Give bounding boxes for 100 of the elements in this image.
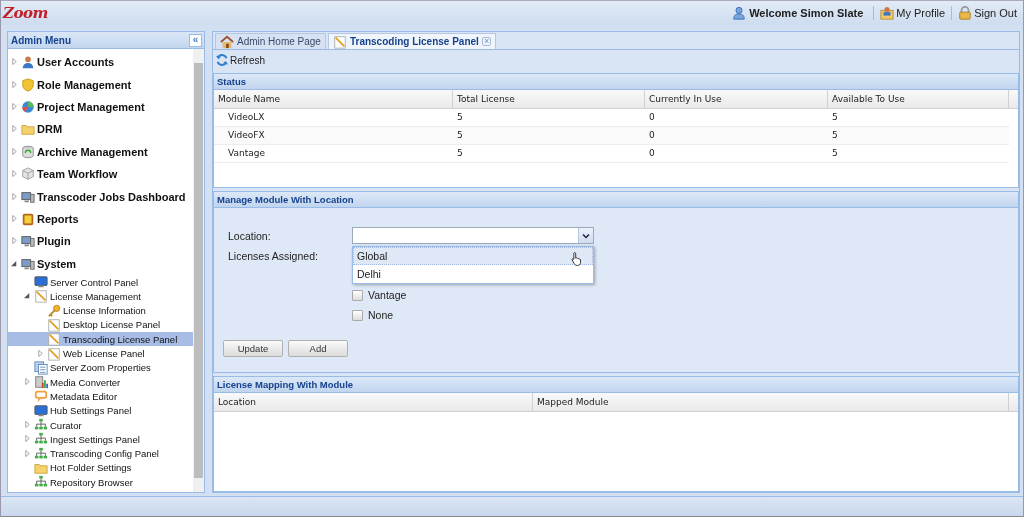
- sign-out-link[interactable]: Sign Out: [958, 6, 1017, 20]
- refresh-button[interactable]: Refresh: [215, 53, 265, 67]
- column-header[interactable]: Available To Use: [828, 90, 1009, 108]
- tree-item[interactable]: Transcoding License Panel: [8, 332, 193, 347]
- tree-item[interactable]: Desktop License Panel: [8, 317, 193, 333]
- tree-item[interactable]: Media Converter: [8, 375, 193, 390]
- expand-arrow-icon[interactable]: [11, 192, 18, 200]
- speech-bubble-icon: [34, 389, 48, 404]
- lock-icon: [958, 6, 973, 20]
- expand-arrow-icon[interactable]: [11, 214, 18, 222]
- panel-title: License Mapping With Module: [214, 377, 1018, 393]
- field-label: Licenses Assigned:: [228, 250, 319, 262]
- table-cell-text: 0: [648, 129, 656, 142]
- tree-item[interactable]: Project Management: [8, 95, 193, 119]
- expand-arrow-icon[interactable]: [11, 102, 18, 110]
- table-cell-text: 5: [831, 111, 839, 124]
- tree-item[interactable]: Hot Folder Settings: [8, 460, 193, 476]
- tree-item[interactable]: Archive Management: [8, 140, 193, 163]
- panel-title: Manage Module With Location: [214, 192, 1018, 208]
- table-cell-text: 5: [456, 111, 464, 124]
- tree-item[interactable]: Web License Panel: [8, 346, 193, 361]
- monitor-icon: [34, 275, 48, 290]
- dropdown-option[interactable]: Global: [353, 247, 593, 265]
- checkbox[interactable]: [352, 309, 363, 321]
- column-header[interactable]: Currently In Use: [645, 90, 828, 108]
- field-label: Location:: [228, 229, 272, 242]
- bar-chart-icon: [34, 375, 48, 390]
- network-icon: [34, 446, 48, 461]
- tree-item[interactable]: License Information: [8, 303, 193, 318]
- refresh-icon: [215, 53, 229, 67]
- tree-item[interactable]: Repository Browser: [8, 475, 193, 490]
- database-icon: [21, 144, 35, 159]
- pie-chart-icon: [21, 99, 35, 114]
- collapse-button[interactable]: «: [189, 33, 202, 47]
- collapse-arrow-icon[interactable]: [24, 292, 31, 300]
- tree-item[interactable]: Transcoding Config Panel: [8, 446, 193, 461]
- tree-item[interactable]: Hub Settings Panel: [8, 403, 193, 418]
- network-icon: [34, 418, 48, 432]
- folder-icon: [21, 122, 35, 137]
- column-header[interactable]: Location: [214, 393, 533, 411]
- tree-item[interactable]: Ingest Settings Panel: [8, 432, 193, 447]
- tree-item[interactable]: Plugin: [8, 230, 193, 253]
- scrollbar[interactable]: [193, 49, 204, 492]
- collapse-arrow-icon[interactable]: [11, 259, 18, 267]
- tab[interactable]: Transcoding License Panel ×: [327, 33, 497, 49]
- tab[interactable]: Admin Home Page: [215, 33, 326, 49]
- form-button[interactable]: Add: [288, 340, 348, 357]
- pencil-document-icon: [47, 346, 61, 361]
- column-header[interactable]: Total License: [453, 90, 645, 108]
- pencil-document-icon: [47, 317, 61, 332]
- expand-arrow-icon[interactable]: [11, 147, 18, 155]
- table-cell-text: 5: [831, 147, 839, 160]
- tree-item[interactable]: License Management: [8, 289, 193, 304]
- profile-card-icon: [880, 6, 895, 20]
- checkbox-label: None: [368, 309, 394, 321]
- document-list-icon: [34, 360, 48, 375]
- expand-arrow-icon[interactable]: [11, 170, 18, 178]
- expand-arrow-icon[interactable]: [37, 349, 44, 357]
- table-cell-text: 0: [648, 111, 656, 124]
- column-header[interactable]: Module Name: [214, 90, 453, 108]
- tree-item[interactable]: Server Zoom Properties: [8, 360, 193, 375]
- monitor-icon: [34, 403, 48, 418]
- tree-item[interactable]: Curator: [8, 417, 193, 433]
- tree-item[interactable]: User Accounts: [8, 51, 193, 74]
- house-icon: [220, 34, 234, 49]
- panel-title: Admin Menu: [11, 34, 71, 46]
- expand-arrow-icon[interactable]: [11, 237, 18, 245]
- expand-arrow-icon[interactable]: [24, 378, 31, 386]
- tree-item[interactable]: Metadata Editor: [8, 389, 193, 404]
- dropdown-button[interactable]: [578, 228, 593, 243]
- tree-item[interactable]: DRM: [8, 118, 193, 141]
- expand-arrow-icon[interactable]: [11, 58, 18, 66]
- column-header[interactable]: Mapped Module: [533, 393, 1009, 411]
- pencil-document-icon: [47, 332, 61, 347]
- tree-item[interactable]: Role Management: [8, 73, 193, 96]
- table-cell-text: Vantage: [227, 147, 266, 160]
- expand-arrow-icon[interactable]: [11, 125, 18, 133]
- tree-item[interactable]: Transcoder Jobs Dashboard: [8, 185, 193, 208]
- tree-item[interactable]: Server Control Panel: [8, 274, 193, 290]
- table-cell-text: VideoFX: [227, 129, 266, 142]
- dropdown-option[interactable]: Delhi: [353, 265, 593, 283]
- table-cell-text: 5: [456, 147, 464, 160]
- tree-item[interactable]: Team Workflow: [8, 162, 193, 186]
- checkbox[interactable]: [352, 289, 363, 301]
- welcome-text: Welcome Simon Slate: [749, 7, 864, 19]
- pencil-document-icon: [34, 289, 48, 304]
- key-icon: [47, 303, 61, 318]
- tree-item[interactable]: System: [8, 252, 193, 275]
- person-icon: [21, 55, 35, 70]
- pencil-document-icon: [332, 34, 347, 49]
- monitor-icon: [21, 256, 35, 271]
- table-cell-text: 5: [831, 129, 839, 142]
- tree-item[interactable]: Reports: [8, 207, 193, 231]
- table-cell-text: 5: [456, 129, 464, 142]
- profile-link[interactable]: My Profile: [880, 6, 946, 20]
- logo: Zoom: [3, 4, 48, 22]
- checkbox-label: Vantage: [368, 289, 407, 301]
- hand-cursor-icon: [571, 251, 583, 267]
- expand-arrow-icon[interactable]: [11, 80, 18, 88]
- form-button[interactable]: Update: [223, 340, 283, 357]
